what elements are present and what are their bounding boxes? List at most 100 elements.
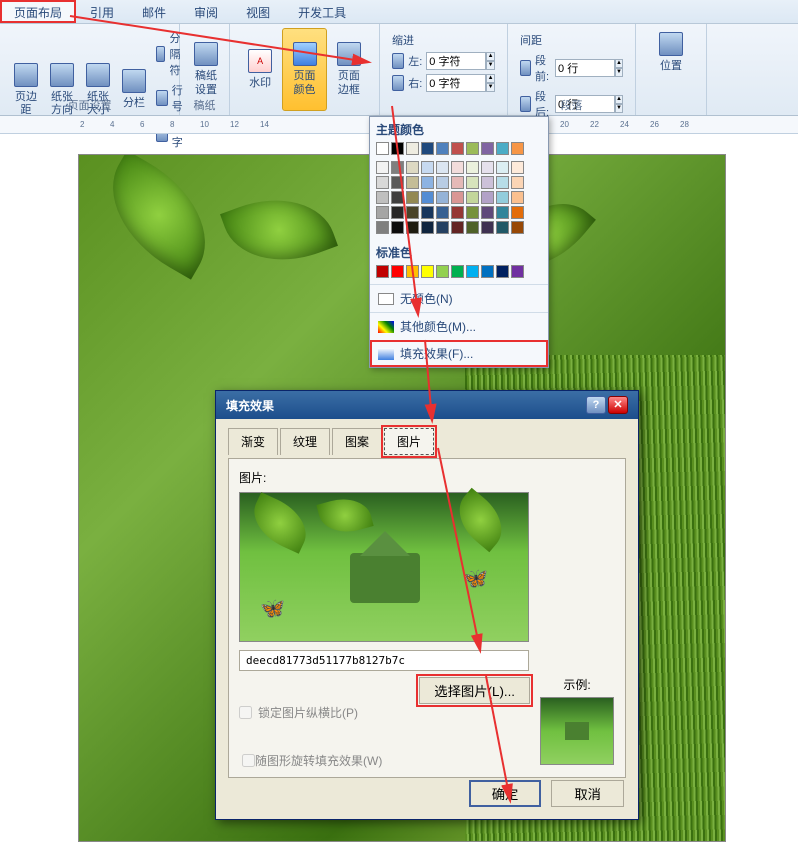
color-swatch[interactable] <box>376 176 389 189</box>
color-swatch[interactable] <box>496 265 509 278</box>
color-swatch[interactable] <box>421 161 434 174</box>
color-swatch[interactable] <box>496 142 509 155</box>
color-swatch[interactable] <box>391 161 404 174</box>
color-swatch[interactable] <box>511 265 524 278</box>
color-swatch[interactable] <box>436 161 449 174</box>
color-swatch[interactable] <box>481 221 494 234</box>
color-swatch[interactable] <box>376 191 389 204</box>
indent-right-input[interactable] <box>426 74 486 92</box>
spin-up[interactable]: ▲ <box>615 59 623 68</box>
no-color-item[interactable]: 无颜色(N) <box>370 284 548 312</box>
tab-texture[interactable]: 纹理 <box>280 428 330 455</box>
color-swatch[interactable] <box>421 176 434 189</box>
color-swatch[interactable] <box>421 206 434 219</box>
color-swatch[interactable] <box>406 221 419 234</box>
color-swatch[interactable] <box>496 176 509 189</box>
color-swatch[interactable] <box>511 176 524 189</box>
fill-effects-item[interactable]: 填充效果(F)... <box>370 340 548 367</box>
color-swatch[interactable] <box>451 206 464 219</box>
color-swatch[interactable] <box>511 142 524 155</box>
color-swatch[interactable] <box>406 161 419 174</box>
color-swatch[interactable] <box>406 265 419 278</box>
color-swatch[interactable] <box>511 221 524 234</box>
color-swatch[interactable] <box>466 176 479 189</box>
color-swatch[interactable] <box>511 161 524 174</box>
dialog-help-button[interactable]: ? <box>586 396 606 414</box>
color-swatch[interactable] <box>451 161 464 174</box>
color-swatch[interactable] <box>466 206 479 219</box>
color-swatch[interactable] <box>376 142 389 155</box>
color-swatch[interactable] <box>421 191 434 204</box>
color-swatch[interactable] <box>466 265 479 278</box>
color-swatch[interactable] <box>436 176 449 189</box>
page-borders-button[interactable]: 页面边框 <box>327 28 371 111</box>
cancel-button[interactable]: 取消 <box>551 780 624 807</box>
color-swatch[interactable] <box>481 161 494 174</box>
color-swatch[interactable] <box>421 142 434 155</box>
color-swatch[interactable] <box>376 161 389 174</box>
color-swatch[interactable] <box>481 176 494 189</box>
color-swatch[interactable] <box>391 206 404 219</box>
tab-review[interactable]: 审阅 <box>180 0 232 23</box>
color-swatch[interactable] <box>436 142 449 155</box>
tab-developer[interactable]: 开发工具 <box>284 0 360 23</box>
color-swatch[interactable] <box>466 221 479 234</box>
tab-gradient[interactable]: 渐变 <box>228 428 278 455</box>
color-swatch[interactable] <box>481 191 494 204</box>
color-swatch[interactable] <box>436 221 449 234</box>
color-swatch[interactable] <box>436 191 449 204</box>
spin-down[interactable]: ▼ <box>486 83 495 92</box>
color-swatch[interactable] <box>511 191 524 204</box>
color-swatch[interactable] <box>406 176 419 189</box>
color-swatch[interactable] <box>466 191 479 204</box>
color-swatch[interactable] <box>496 191 509 204</box>
tab-view[interactable]: 视图 <box>232 0 284 23</box>
tab-references[interactable]: 引用 <box>76 0 128 23</box>
color-swatch[interactable] <box>436 265 449 278</box>
color-swatch[interactable] <box>496 206 509 219</box>
color-swatch[interactable] <box>421 265 434 278</box>
color-swatch[interactable] <box>391 265 404 278</box>
position-button[interactable]: 位置 <box>646 28 696 77</box>
color-swatch[interactable] <box>496 161 509 174</box>
tab-pattern[interactable]: 图案 <box>332 428 382 455</box>
more-colors-item[interactable]: 其他颜色(M)... <box>370 312 548 340</box>
tab-picture[interactable]: 图片 <box>384 428 434 455</box>
color-swatch[interactable] <box>481 206 494 219</box>
color-swatch[interactable] <box>391 221 404 234</box>
spacing-before-input[interactable] <box>555 59 615 77</box>
color-swatch[interactable] <box>436 206 449 219</box>
color-swatch[interactable] <box>466 161 479 174</box>
spin-up[interactable]: ▲ <box>486 74 495 83</box>
color-swatch[interactable] <box>421 221 434 234</box>
ok-button[interactable]: 确定 <box>469 780 542 807</box>
color-swatch[interactable] <box>481 142 494 155</box>
color-swatch[interactable] <box>451 191 464 204</box>
tab-mailings[interactable]: 邮件 <box>128 0 180 23</box>
color-swatch[interactable] <box>451 221 464 234</box>
color-swatch[interactable] <box>376 206 389 219</box>
indent-left-input[interactable] <box>426 52 486 70</box>
color-swatch[interactable] <box>376 221 389 234</box>
color-swatch[interactable] <box>376 265 389 278</box>
color-swatch[interactable] <box>481 265 494 278</box>
dialog-titlebar[interactable]: 填充效果 ? ✕ <box>216 391 638 419</box>
spin-down[interactable]: ▼ <box>486 61 495 70</box>
color-swatch[interactable] <box>451 176 464 189</box>
dialog-close-button[interactable]: ✕ <box>608 396 628 414</box>
color-swatch[interactable] <box>391 176 404 189</box>
color-swatch[interactable] <box>391 191 404 204</box>
tab-page-layout[interactable]: 页面布局 <box>0 0 76 23</box>
color-swatch[interactable] <box>496 221 509 234</box>
color-swatch[interactable] <box>391 142 404 155</box>
color-swatch[interactable] <box>406 191 419 204</box>
color-swatch[interactable] <box>466 142 479 155</box>
page-color-button[interactable]: 页面颜色 <box>282 28 327 111</box>
color-swatch[interactable] <box>406 142 419 155</box>
color-swatch[interactable] <box>511 206 524 219</box>
select-picture-button[interactable]: 选择图片(L)... <box>419 677 530 704</box>
watermark-button[interactable]: A水印 <box>238 28 282 111</box>
spin-down[interactable]: ▼ <box>615 68 623 77</box>
color-swatch[interactable] <box>406 206 419 219</box>
color-swatch[interactable] <box>451 265 464 278</box>
